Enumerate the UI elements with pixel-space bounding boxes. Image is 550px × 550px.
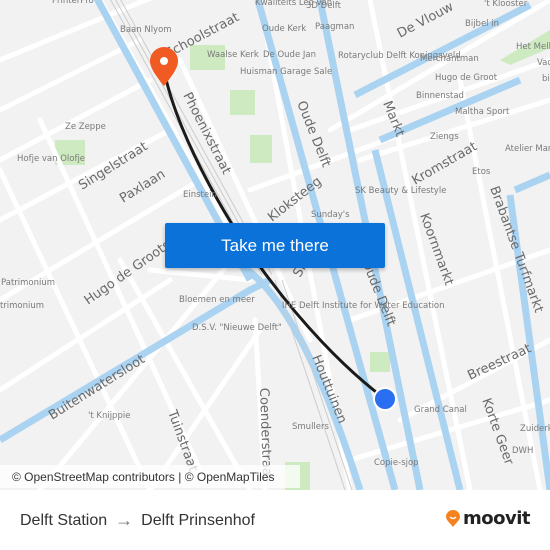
route-summary: Delft Station → Delft Prinsenhof: [20, 510, 255, 531]
street-label: Kromstraat: [410, 139, 480, 188]
poi-label: Bijbel in: [465, 19, 499, 29]
footer-bar: Delft Station → Delft Prinsenhof moovit: [0, 490, 550, 550]
poi-label: Sunday's: [311, 210, 350, 220]
poi-label: Copie-sjop: [374, 458, 419, 468]
poi-label: Baan Nlyom: [120, 25, 172, 35]
poi-label: 't Knijppie: [88, 411, 130, 421]
poi-label: PrinterPro: [52, 0, 94, 6]
poi-label: Ziengs: [430, 132, 459, 142]
poi-label: Patrimonium: [1, 278, 55, 288]
road: [37, 247, 243, 490]
poi-label: De Oude Jan: [263, 50, 316, 60]
poi-label: Hugo de Groot: [435, 73, 498, 83]
poi-label: Paagman: [315, 22, 354, 32]
poi-label: SK Beauty & Lifestyle: [355, 186, 446, 196]
arrow-right-icon: →: [115, 510, 134, 530]
poi-label: Bloemen en meer: [179, 295, 255, 305]
map-view[interactable]: Schoolstraat Phoenixstraat De Vlouw Oude…: [0, 0, 550, 490]
poi-label: Zuiderk: [520, 424, 550, 434]
poi-label: Etos: [472, 167, 491, 177]
street-label: Paxlaan: [117, 167, 168, 207]
park: [230, 90, 255, 115]
destination-pin-icon[interactable]: [150, 47, 178, 86]
origin-marker-icon[interactable]: [373, 387, 397, 411]
moovit-pin-icon: [446, 509, 460, 527]
park: [250, 135, 272, 163]
poi-label: Waalse Kerk: [207, 50, 259, 60]
poi-label: Het Melk: [516, 42, 550, 52]
poi-label: D.S.V. "Nieuwe Delft": [192, 323, 282, 333]
destination-name: Delft Prinsenhof: [141, 511, 255, 529]
moovit-wordmark: moovit: [463, 508, 531, 529]
poi-label: Oude Kerk: [262, 24, 306, 34]
map-attribution[interactable]: © OpenStreetMap contributors | © OpenMap…: [0, 465, 300, 488]
poi-label: Grand Canal: [414, 405, 467, 415]
street-label: Breestraat: [465, 341, 533, 383]
park: [370, 352, 390, 372]
poi-label: Smullers: [292, 422, 330, 432]
road: [147, 267, 253, 283]
street-label: Korte Geer: [478, 396, 516, 467]
origin-name: Delft Station: [20, 511, 108, 529]
poi-label: 3D Delft: [306, 1, 342, 11]
poi-label: Patrimonium: [0, 301, 44, 311]
take-me-there-button[interactable]: Take me there: [165, 223, 385, 268]
poi-label: Maltha Sport: [455, 107, 510, 117]
poi-label: Einstein: [183, 190, 217, 200]
poi-label: Huisman Garage Sale: [240, 67, 332, 77]
poi-label: Vad: [537, 58, 550, 68]
road: [0, 167, 153, 490]
street-label: De Vlouw: [395, 0, 457, 42]
poi-label: Hofje van Olofje: [17, 154, 85, 164]
poi-label: Merchantman: [420, 54, 479, 64]
poi-label: bi: [542, 74, 550, 84]
canal-east: [513, 171, 550, 194]
moovit-logo[interactable]: moovit: [445, 508, 531, 529]
poi-label: Atelier Mar: [505, 144, 550, 154]
poi-label: Ze Zeppe: [65, 122, 106, 132]
poi-label: IHE Delft Institute for Water Education: [282, 301, 445, 311]
poi-label: Binnenstad: [416, 91, 464, 101]
poi-label: 't Klooster: [484, 0, 528, 9]
poi-label: DWH: [512, 446, 533, 456]
